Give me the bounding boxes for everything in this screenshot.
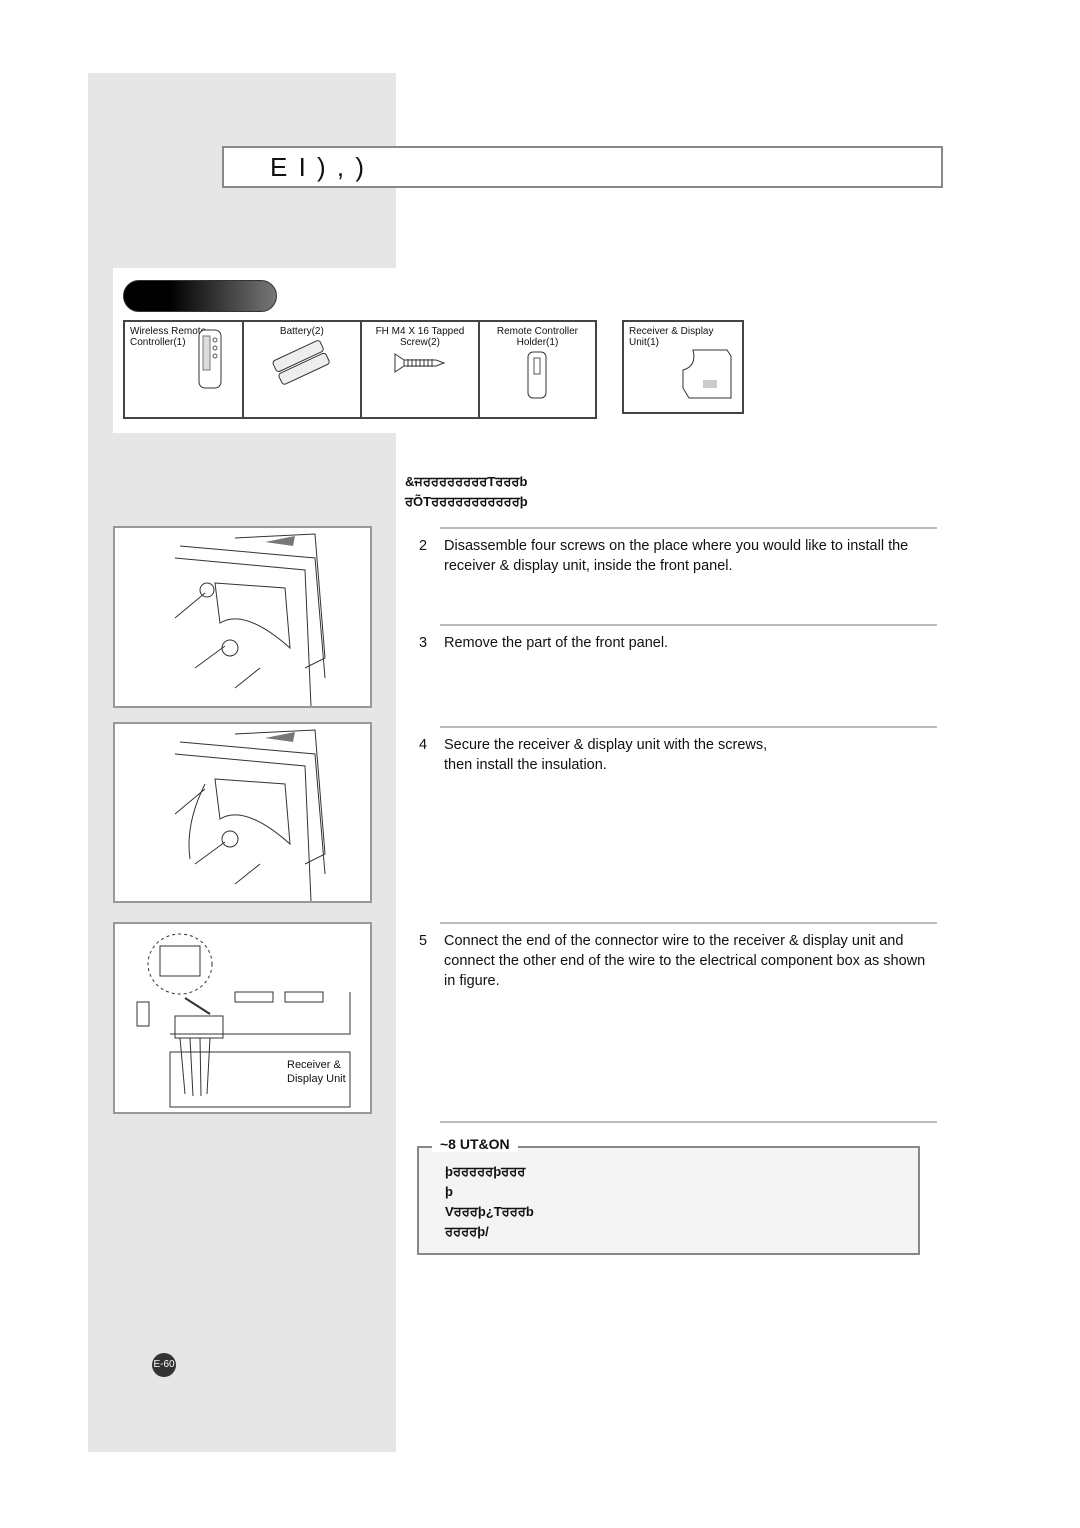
divider	[440, 527, 937, 529]
intro-line: &ਜਰਰਰਰਰਰਰਰTਰਰਰb	[405, 474, 528, 489]
figure-connect-wire: Receiver & Display Unit	[113, 922, 372, 1114]
intro-line: ਰÕTਰਰਰਰਰਰਰਰਰਰਰþ	[405, 494, 528, 509]
accessory-item: Battery(2)	[241, 320, 363, 419]
receiver-label: Receiver & Display Unit	[287, 1059, 346, 1085]
accessory-label: FH M4 X 16 Tapped Screw(2)	[375, 326, 465, 348]
holder-icon	[527, 351, 547, 399]
page-number-badge: E-60	[152, 1353, 176, 1377]
divider	[440, 726, 937, 728]
manual-page: E I ) , ) Wireless Remote Controller(1) …	[0, 0, 1080, 1528]
caution-line: ਰਰਰਰþ/	[445, 1224, 489, 1239]
caution-title: ~8 UT&ON	[432, 1136, 518, 1152]
divider	[440, 624, 937, 626]
caution-line: þ	[445, 1184, 453, 1199]
accessories-table: Wireless Remote Controller(1) Battery(2)…	[123, 320, 598, 419]
figure-remove-panel	[113, 722, 372, 903]
intro-text: &ਜਰਰਰਰਰਰਰਰTਰਰਰb ਰÕTਰਰਰਰਰਰਰਰਰਰਰþ	[405, 472, 528, 512]
page-title-text: E I ) , )	[270, 152, 366, 182]
accessory-item: Receiver & Display Unit(1)	[622, 320, 744, 414]
step-text: Remove the part of the front panel.	[444, 635, 669, 651]
caution-line: þਰਰਰਰਰþਰਰਰ	[445, 1164, 526, 1179]
figure-disassemble-screws	[113, 526, 372, 708]
front-panel-illustration	[174, 533, 326, 707]
step-number: 5	[419, 933, 428, 949]
accessory-label: Battery(2)	[279, 326, 324, 337]
step-text: Connect the end of the connector wire to…	[444, 933, 926, 989]
section-label-pill	[123, 280, 277, 312]
accessory-label: Receiver & Display Unit(1)	[629, 326, 714, 348]
divider	[440, 1121, 937, 1123]
accessory-item: Remote Controller Holder(1)	[477, 320, 598, 419]
accessory-item: FH M4 X 16 Tapped Screw(2)	[360, 320, 480, 419]
step-text: Disassemble four screws on the place whe…	[444, 538, 909, 574]
caution-box: þਰਰਰਰਰþਰਰਰ þ Vਰਰਰþ¿Tਰਰਰb ਰਰਰਰþ/	[417, 1146, 920, 1255]
step-text: Secure the receiver & display unit with …	[444, 737, 768, 773]
step-number: 2	[419, 538, 428, 554]
receiver-display-unit-icon	[682, 349, 732, 399]
step-number: 3	[419, 635, 428, 651]
step-number: 4	[419, 737, 428, 753]
caution-text: þਰਰਰਰਰþਰਰਰ þ Vਰਰਰþ¿Tਰਰਰb ਰਰਰਰþ/	[445, 1162, 534, 1242]
remote-controller-icon	[198, 329, 222, 389]
front-panel-illustration	[174, 729, 326, 902]
accessory-receiver-box: Receiver & Display Unit(1)	[622, 320, 744, 414]
page-title: E I ) , )	[222, 146, 943, 188]
accessory-label: Remote Controller Holder(1)	[496, 326, 579, 348]
battery-icon	[272, 340, 330, 385]
accessory-item: Wireless Remote Controller(1)	[123, 320, 244, 419]
divider	[440, 922, 937, 924]
caution-line: Vਰਰਰþ¿Tਰਰਰb	[445, 1204, 534, 1219]
screw-icon	[394, 353, 446, 373]
